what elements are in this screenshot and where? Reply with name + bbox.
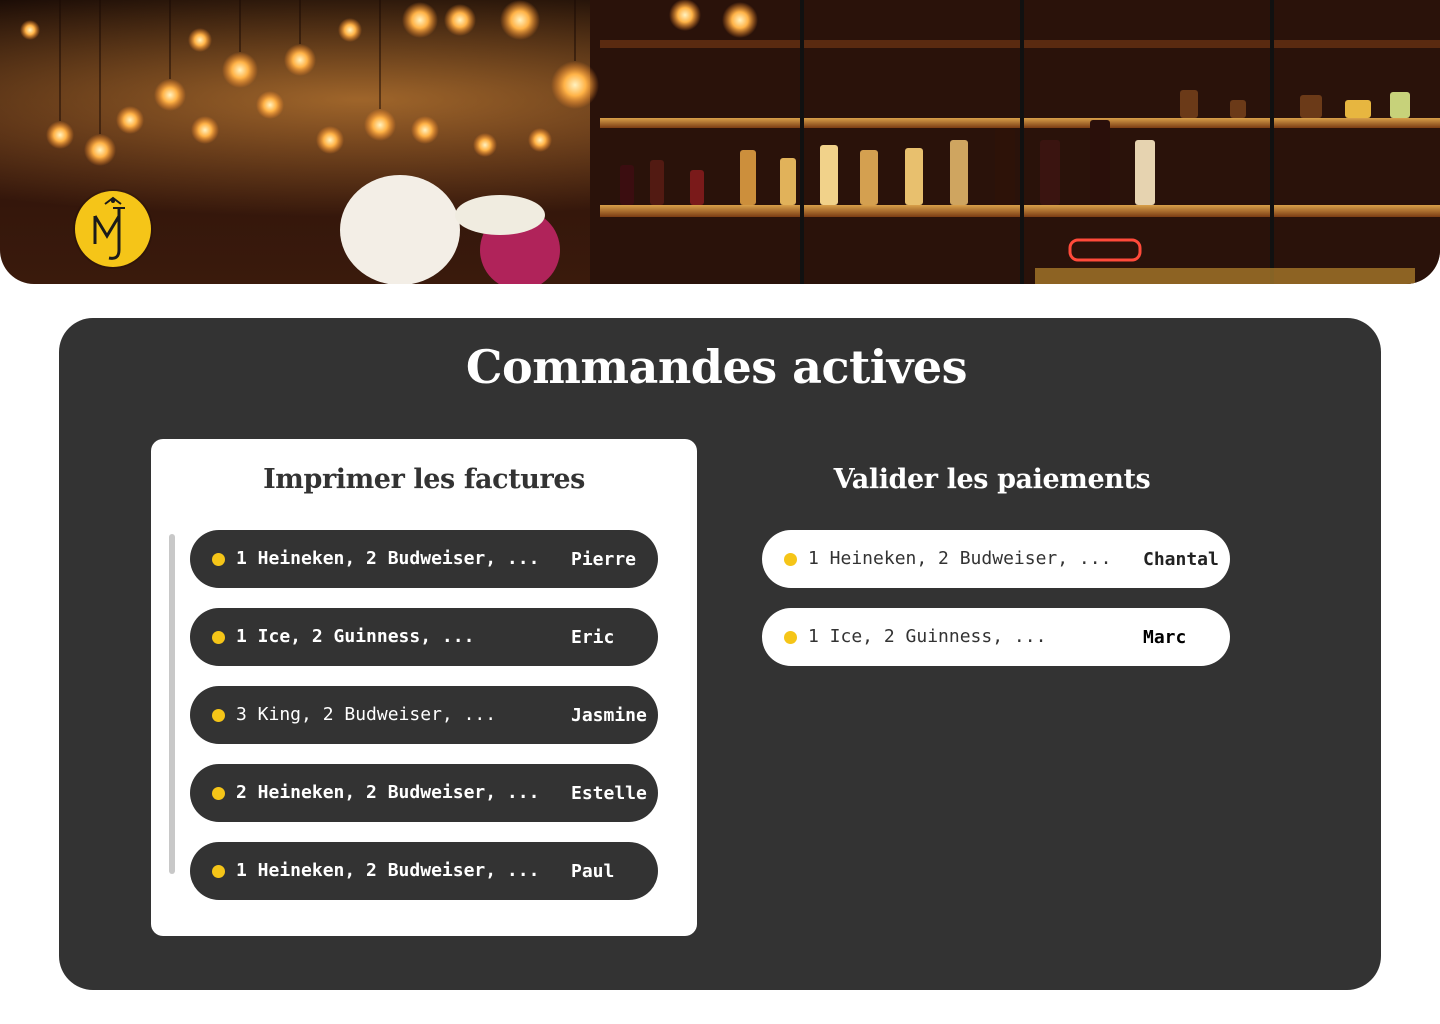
print-invoices-title: Imprimer les factures bbox=[263, 464, 585, 495]
print-order-item[interactable]: 3 King, 2 Budweiser, ... Jasmine bbox=[190, 686, 658, 744]
page-title: Commandes actives bbox=[465, 340, 968, 394]
bar-photo bbox=[20, 0, 1440, 284]
order-items: 1 Heineken, 2 Budweiser, ... bbox=[236, 860, 540, 881]
mj-logo-icon bbox=[75, 191, 151, 267]
status-dot-icon bbox=[212, 865, 225, 878]
order-items: 2 Heineken, 2 Budweiser, ... bbox=[236, 782, 540, 803]
customer-name: Jasmine bbox=[571, 705, 647, 726]
customer-name: Eric bbox=[571, 627, 615, 648]
status-dot-icon bbox=[212, 631, 225, 644]
payment-order-item[interactable]: 1 Ice, 2 Guinness, ... Marc bbox=[762, 608, 1230, 666]
validate-payments-title: Valider les paiements bbox=[833, 464, 1151, 495]
order-items: 3 King, 2 Budweiser, ... bbox=[236, 704, 497, 725]
print-order-item[interactable]: 1 Ice, 2 Guinness, ... Eric bbox=[190, 608, 658, 666]
payment-order-item[interactable]: 1 Heineken, 2 Budweiser, ... Chantal bbox=[762, 530, 1230, 588]
print-order-item[interactable]: 1 Heineken, 2 Budweiser, ... Pierre bbox=[190, 530, 658, 588]
status-dot-icon bbox=[784, 553, 797, 566]
customer-name: Paul bbox=[571, 861, 615, 882]
order-items: 1 Heineken, 2 Budweiser, ... bbox=[808, 548, 1112, 569]
customer-name: Pierre bbox=[571, 549, 637, 570]
status-dot-icon bbox=[212, 709, 225, 722]
order-items: 1 Ice, 2 Guinness, ... bbox=[236, 626, 475, 647]
customer-name: Estelle bbox=[571, 783, 647, 804]
customer-name: Chantal bbox=[1143, 549, 1219, 570]
print-list-scrollbar[interactable] bbox=[169, 534, 175, 874]
status-dot-icon bbox=[212, 553, 225, 566]
customer-name: Marc bbox=[1143, 627, 1187, 648]
header-banner bbox=[0, 0, 1440, 284]
status-dot-icon bbox=[212, 787, 225, 800]
status-dot-icon bbox=[784, 631, 797, 644]
print-order-item[interactable]: 2 Heineken, 2 Budweiser, ... Estelle bbox=[190, 764, 658, 822]
print-order-item[interactable]: 1 Heineken, 2 Budweiser, ... Paul bbox=[190, 842, 658, 900]
order-items: 1 Ice, 2 Guinness, ... bbox=[808, 626, 1047, 647]
order-items: 1 Heineken, 2 Budweiser, ... bbox=[236, 548, 540, 569]
